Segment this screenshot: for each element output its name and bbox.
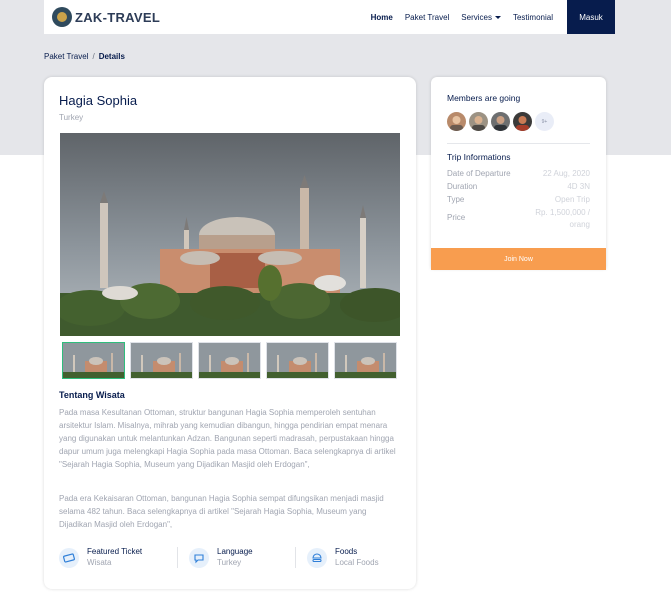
gallery-thumbnail[interactable] <box>266 342 329 379</box>
join-now-button[interactable]: Join Now <box>431 248 606 270</box>
trip-label: Price <box>447 213 466 222</box>
nav-home[interactable]: Home <box>365 13 399 22</box>
feature-ticket-value: Wisata <box>87 558 112 567</box>
food-icon <box>307 548 327 568</box>
trip-sidebar-card: Members are going 9+ Trip Informations D… <box>431 77 606 269</box>
trip-label: Type <box>447 195 465 204</box>
about-heading: Tentang Wisata <box>59 390 125 400</box>
members-avatars: 9+ <box>447 112 554 131</box>
trip-row-type: Type Open Trip <box>447 195 590 204</box>
feature-foods: Foods Local Foods <box>295 547 413 568</box>
trip-row-duration: Duration 4D 3N <box>447 182 590 191</box>
member-avatar <box>513 112 532 131</box>
detail-card: Hagia Sophia Turkey Tentang Wisata Pada … <box>44 77 416 589</box>
trip-row-price: Price Rp. 1,500,000 / orang <box>447 208 590 234</box>
brand-name: ZAK-TRAVEL <box>75 9 161 25</box>
members-heading: Members are going <box>447 93 521 103</box>
feature-ticket-title: Featured Ticket <box>87 547 143 556</box>
about-paragraph-1: Pada masa Kesultanan Ottoman, struktur b… <box>59 408 396 469</box>
trip-info-heading: Trip Informations <box>447 152 511 162</box>
trip-value: Open Trip <box>554 195 590 204</box>
ticket-icon <box>59 548 79 568</box>
nav-services[interactable]: Services <box>455 13 507 22</box>
member-avatar <box>469 112 488 131</box>
globe-logo-icon <box>52 7 72 27</box>
breadcrumb-parent[interactable]: Paket Travel <box>44 52 88 61</box>
nav-links: Home Paket Travel Services Testimonial M… <box>365 0 615 34</box>
features-row: Featured Ticket Wisata Language Turkey F… <box>59 547 413 568</box>
feature-language-title: Language <box>217 547 253 556</box>
trip-value: 4D 3N <box>567 182 590 191</box>
feature-foods-title: Foods <box>335 547 358 556</box>
feature-language: Language Turkey <box>177 547 295 568</box>
divider <box>447 143 590 144</box>
price-unit: orang <box>569 220 590 229</box>
more-members-badge: 9+ <box>535 112 554 131</box>
breadcrumb: Paket Travel / Details <box>44 52 125 61</box>
login-button[interactable]: Masuk <box>567 0 615 34</box>
page-title: Hagia Sophia <box>59 93 138 108</box>
gallery-thumbnail[interactable] <box>130 342 193 379</box>
price-amount: Rp. 1,500,000 / <box>535 208 590 217</box>
trip-value: 22 Aug, 2020 <box>542 169 590 178</box>
trip-label: Date of Departure <box>447 169 511 178</box>
nav-paket-travel[interactable]: Paket Travel <box>399 13 455 22</box>
member-avatar <box>491 112 510 131</box>
nav-services-label: Services <box>461 12 492 22</box>
gallery-thumbnails <box>62 342 397 379</box>
gallery-thumbnail[interactable] <box>62 342 125 379</box>
chat-bubble-icon <box>189 548 209 568</box>
feature-foods-value: Local Foods <box>335 558 379 567</box>
member-avatar <box>447 112 466 131</box>
breadcrumb-separator: / <box>92 52 95 61</box>
trip-label: Duration <box>447 182 478 191</box>
gallery-thumbnail[interactable] <box>334 342 397 379</box>
feature-ticket: Featured Ticket Wisata <box>59 547 177 568</box>
trip-row-departure: Date of Departure 22 Aug, 2020 <box>447 169 590 178</box>
breadcrumb-current: Details <box>98 52 125 61</box>
about-paragraph-2: Pada era Kekaisaran Ottoman, bangunan Ha… <box>59 494 384 529</box>
navbar: ZAK-TRAVEL Home Paket Travel Services Te… <box>44 0 615 34</box>
feature-language-value: Turkey <box>217 558 242 567</box>
trip-value: Rp. 1,500,000 / orang <box>535 208 590 229</box>
gallery-thumbnail[interactable] <box>198 342 261 379</box>
location-text: Turkey <box>59 113 84 122</box>
main-gallery-image <box>60 133 400 336</box>
caret-down-icon <box>494 15 501 19</box>
brand[interactable]: ZAK-TRAVEL <box>52 7 160 27</box>
nav-testimonial[interactable]: Testimonial <box>507 13 559 22</box>
